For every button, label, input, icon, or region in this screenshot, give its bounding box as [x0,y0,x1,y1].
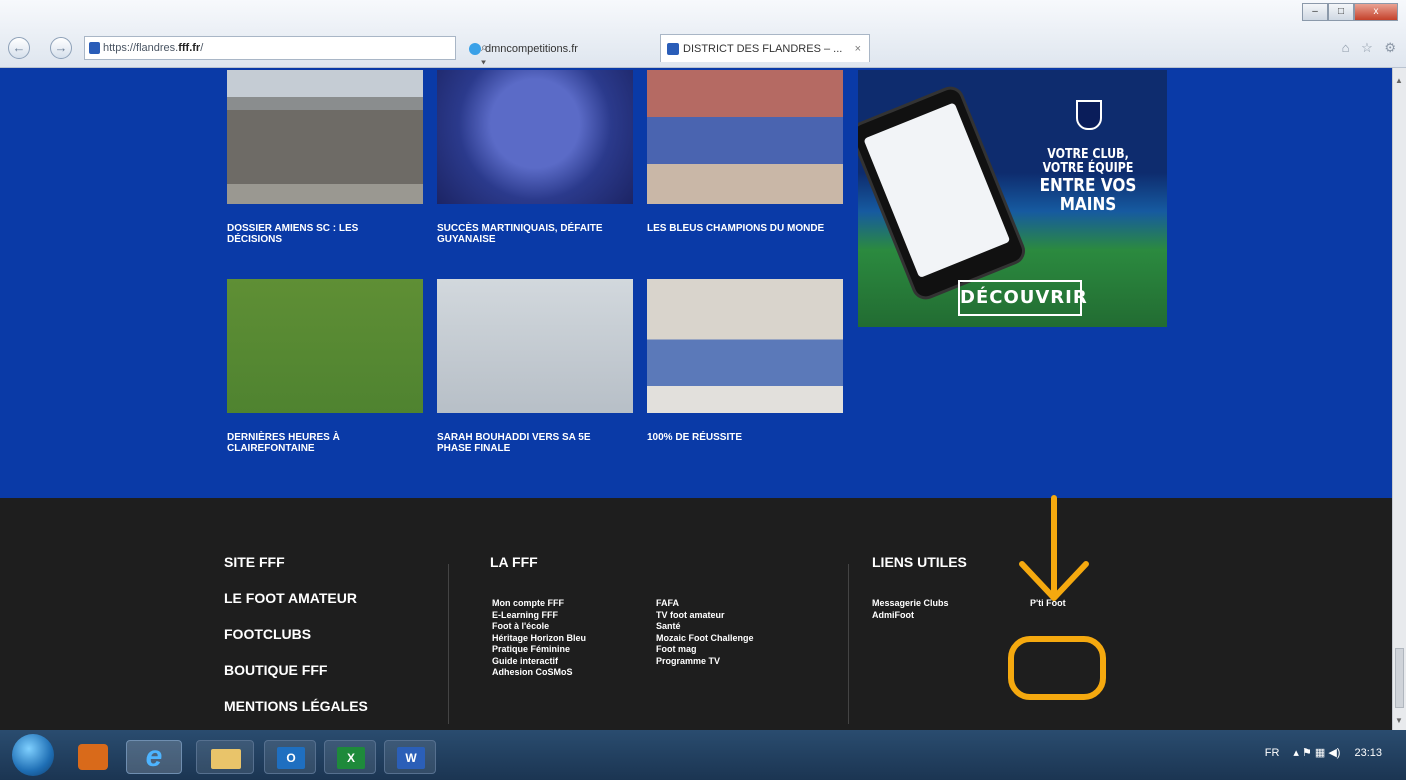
tab-dmncompetitions[interactable]: dmncompetitions.fr [462,34,658,62]
la-fff-links-col2: FAFA TV foot amateur Santé Mozaic Foot C… [656,598,754,667]
footer-link[interactable]: Mozaic Foot Challenge [656,633,754,645]
tab-label: dmncompetitions.fr [485,43,578,55]
article-card[interactable]: DOSSIER AMIENS SC : LES DÉCISIONS [227,70,423,245]
article-title[interactable]: DOSSIER AMIENS SC : LES DÉCISIONS [227,223,407,245]
promo-slogan: VOTRE CLUB, VOTRE ÉQUIPE ENTRE VOS MAINS [1033,147,1144,215]
app-promo-banner[interactable]: VOTRE CLUB, VOTRE ÉQUIPE ENTRE VOS MAINS… [858,70,1167,327]
media-player-icon[interactable] [78,744,108,770]
window-close-button[interactable]: x [1354,3,1398,21]
footer-link-foot-amateur[interactable]: LE FOOT AMATEUR [224,590,357,606]
word-icon[interactable]: W [384,740,436,774]
url-suffix: / [200,42,204,54]
scrollbar-thumb[interactable] [1395,648,1404,708]
language-indicator[interactable]: FR [1265,747,1280,759]
home-favorites-settings-icons[interactable]: ⌂ ☆ ⚙ [1342,40,1400,56]
scroll-down-icon[interactable]: ▼ [1395,716,1403,725]
annotation-arrow-icon [1019,495,1089,601]
article-card[interactable]: SARAH BOUHADDI VERS SA 5E PHASE FINALE [437,279,633,454]
tray-icons[interactable]: ▴ ⚑ ▦ ◀) [1293,746,1340,759]
scroll-up-icon[interactable]: ▲ [1395,76,1403,85]
outlook-icon[interactable]: O [264,740,316,774]
footer-divider [448,564,449,724]
tab-label: DISTRICT DES FLANDRES – ... [683,43,843,55]
footer-link[interactable]: Pratique Féminine [492,644,586,656]
footer-link[interactable]: Santé [656,621,754,633]
excel-icon[interactable]: X [324,740,376,774]
article-title[interactable]: LES BLEUS CHAMPIONS DU MONDE [647,223,827,234]
footer-link[interactable]: Foot à l'école [492,621,586,633]
article-card[interactable]: SUCCÈS MARTINIQUAIS, DÉFAITE GUYANAISE [437,70,633,245]
url-domain: fff.fr [178,42,201,54]
footer-link[interactable]: AdmiFoot [872,610,949,622]
liens-utiles-links-col1: Messagerie Clubs AdmiFoot [872,598,949,621]
fff-crest-icon [1076,100,1102,130]
footer: SITE FFF LE FOOT AMATEUR FOOTCLUBS BOUTI… [0,498,1392,730]
article-card[interactable]: 100% DE RÉUSSITE [647,279,843,443]
outlook-glyph: O [277,747,305,769]
article-title[interactable]: SUCCÈS MARTINIQUAIS, DÉFAITE GUYANAISE [437,223,617,245]
promo-line-1: VOTRE CLUB, VOTRE ÉQUIPE [1042,147,1134,176]
tab-district-des-flandres[interactable]: DISTRICT DES FLANDRES – ... × [660,34,870,62]
tab-favicon-icon [667,43,679,55]
liens-utiles-title: LIENS UTILES [872,554,967,570]
forward-button[interactable]: → [50,37,72,59]
windows-taskbar: e O X W FR ▴ ⚑ ▦ ◀) 23:13 [0,730,1406,780]
promo-line-2: ENTRE VOS MAINS [1039,175,1137,215]
phone-illustration [858,82,1030,304]
la-fff-links-col1: Mon compte FFF E-Learning FFF Foot à l'é… [492,598,586,679]
word-glyph: W [397,747,425,769]
browser-chrome: ← → https://flandres.fff.fr/ ⌕ ▾ ↻ dmnco… [0,0,1406,84]
footer-link[interactable]: Guide interactif [492,656,586,668]
footer-link-footclubs[interactable]: FOOTCLUBS [224,626,311,642]
la-fff-title: LA FFF [490,554,538,570]
footer-link[interactable]: Foot mag [656,644,754,656]
article-image[interactable] [437,279,633,413]
tab-favicon-icon [469,43,481,55]
footer-link[interactable]: Héritage Horizon Bleu [492,633,586,645]
footer-link-site-fff[interactable]: SITE FFF [224,554,285,570]
article-title[interactable]: SARAH BOUHADDI VERS SA 5E PHASE FINALE [437,432,617,454]
internet-explorer-icon[interactable]: e [126,740,182,774]
forward-arrow-icon: → [54,40,68,55]
article-card[interactable]: LES BLEUS CHAMPIONS DU MONDE [647,70,843,234]
back-arrow-icon: ← [12,40,26,55]
article-title[interactable]: 100% DE RÉUSSITE [647,432,827,443]
url-prefix: https://flandres. [103,42,179,54]
footer-link[interactable]: Programme TV [656,656,754,668]
article-image[interactable] [227,279,423,413]
site-favicon-icon [89,42,100,54]
footer-link-boutique[interactable]: BOUTIQUE FFF [224,662,327,678]
article-image[interactable] [437,70,633,204]
ie-glyph: e [145,740,163,773]
annotation-highlight-ring [1008,636,1106,700]
tab-close-icon[interactable]: × [855,43,861,55]
clock[interactable]: 23:13 [1354,747,1382,759]
news-section: DOSSIER AMIENS SC : LES DÉCISIONS SUCCÈS… [0,68,1392,498]
start-button[interactable] [12,734,54,776]
web-page: DOSSIER AMIENS SC : LES DÉCISIONS SUCCÈS… [0,68,1392,730]
minimize-button[interactable]: – [1302,3,1328,21]
article-image[interactable] [227,70,423,204]
back-button[interactable]: ← [8,37,30,59]
vertical-scrollbar[interactable]: ▲ ▼ [1392,68,1406,730]
excel-glyph: X [337,747,365,769]
footer-link[interactable]: Adhesion CoSMoS [492,667,586,679]
window-controls: – □ x [1302,3,1398,21]
file-explorer-icon[interactable] [196,740,254,774]
footer-link[interactable]: Mon compte FFF [492,598,586,610]
address-bar[interactable]: https://flandres.fff.fr/ ⌕ ▾ ↻ [84,36,491,84]
footer-divider [848,564,849,724]
footer-link[interactable]: Messagerie Clubs [872,598,949,610]
maximize-button[interactable]: □ [1328,3,1354,21]
article-card[interactable]: DERNIÈRES HEURES À CLAIREFONTAINE [227,279,423,454]
footer-link[interactable]: FAFA [656,598,754,610]
system-tray: FR ▴ ⚑ ▦ ◀) 23:13 [1265,746,1382,760]
article-title[interactable]: DERNIÈRES HEURES À CLAIREFONTAINE [227,432,407,454]
article-image[interactable] [647,70,843,204]
footer-link[interactable]: E-Learning FFF [492,610,586,622]
article-image[interactable] [647,279,843,413]
footer-link-mentions-legales[interactable]: MENTIONS LÉGALES [224,698,368,714]
footer-link[interactable]: TV foot amateur [656,610,754,622]
discover-button[interactable]: DÉCOUVRIR [958,280,1087,316]
